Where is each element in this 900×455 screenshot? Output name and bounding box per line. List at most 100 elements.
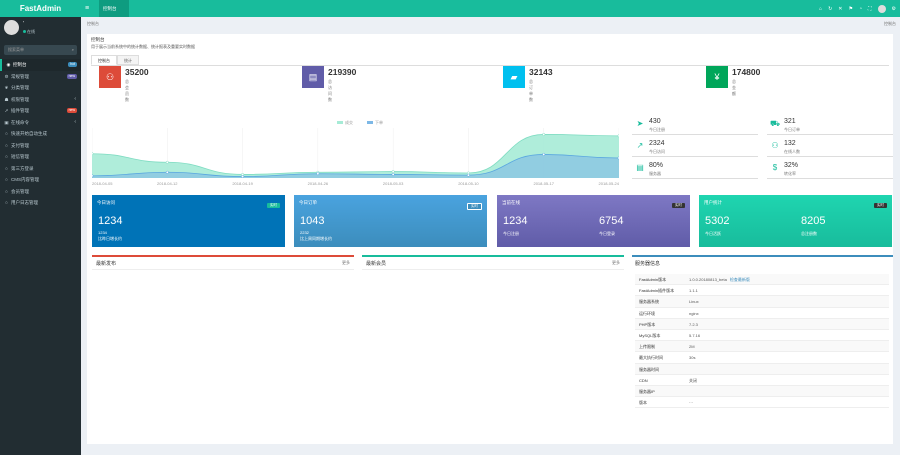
- sidebar-item-category[interactable]: ❦ 分类管理: [0, 82, 81, 94]
- card-value: 5302: [705, 215, 730, 227]
- row-key: 服务器系统: [639, 299, 659, 305]
- sidebar-item-cms[interactable]: ○ CMS内容管理: [0, 174, 81, 186]
- card-sub2: 比上周同期增长约: [300, 236, 332, 241]
- card-users: 用户统计 实时 5302 8205 今日活跃 总注册数: [699, 195, 892, 247]
- user-name: ': [23, 21, 24, 27]
- side-stat-label: 今日注册: [649, 127, 665, 132]
- sidebar-item-sms[interactable]: ○ 短信管理: [0, 151, 81, 163]
- top-icons: ⌂ ↻ ✕ ⚑ ◔ ⛶ ⚙: [819, 0, 896, 17]
- trend-chart-svg: 2018-04-05 2018-04-12 2018-04-19 2018-04-26…: [90, 119, 621, 186]
- language-icon[interactable]: ⚑: [848, 6, 852, 12]
- home-icon[interactable]: ⌂: [819, 6, 822, 12]
- box-title: 最新会员: [366, 261, 387, 267]
- tab-statistics[interactable]: 统计: [117, 55, 139, 65]
- book-icon: ▤: [302, 66, 324, 88]
- table-row: 上传限制 2M: [635, 341, 889, 353]
- data-point: [165, 160, 169, 164]
- x-tick-label: 2018-04-05: [92, 181, 113, 186]
- box-more-link[interactable]: 更多: [342, 260, 350, 266]
- sidebar-item-label: 插件管理: [11, 108, 29, 113]
- box-more-link[interactable]: 更多: [612, 260, 620, 266]
- card-title: 今日订单: [299, 200, 317, 205]
- x-tick-label: 2018-05-03: [383, 181, 404, 186]
- card-title: 当前在线: [502, 200, 520, 205]
- box-title: 服务器信息: [635, 261, 661, 267]
- row-value: 5.7.16: [689, 332, 701, 338]
- users-icon: ⚇: [771, 141, 779, 150]
- row-key: PHP版本: [639, 321, 656, 327]
- x-tick-label: 2018-05-24: [599, 181, 619, 186]
- app-logo[interactable]: FastAdmin: [0, 0, 81, 17]
- card-sub1: 1234: [98, 230, 107, 235]
- sidebar-item-general[interactable]: ⚙ 常规管理 new: [0, 71, 81, 83]
- search-icon[interactable]: ⌕: [72, 45, 74, 55]
- online-dot-icon: [23, 30, 26, 33]
- users-icon: ⚇: [99, 66, 121, 88]
- card-today-orders: 今日订单 实时 1043 2232 比上周同期增长约: [294, 195, 487, 247]
- sidebar-item-label: 支付管理: [11, 142, 29, 148]
- sidebar-item-auth[interactable]: ☗ 权限管理 ‹: [0, 94, 81, 106]
- chevron-left-icon: ‹: [74, 95, 76, 102]
- check-update-link[interactable]: 检查最新版: [730, 274, 750, 284]
- side-stat-value: 321: [784, 118, 796, 125]
- row-value: [687, 386, 689, 396]
- breadcrumb[interactable]: 控制台: [87, 21, 99, 27]
- side-stat-value: 132: [784, 140, 796, 147]
- side-stat-label: 转化率: [784, 171, 796, 176]
- sidebar-item-command[interactable]: ▣ 在线命令 ‹: [0, 117, 81, 129]
- table-row: 版本 ···: [635, 397, 889, 409]
- sidebar-item-member[interactable]: ○ 会员管理: [0, 186, 81, 198]
- gear-icon[interactable]: ⚙: [892, 6, 896, 12]
- data-point: [617, 156, 621, 160]
- card-tag: 实时: [672, 203, 685, 208]
- top-avatar[interactable]: [877, 4, 886, 13]
- chevron-left-icon: ‹: [74, 118, 76, 125]
- circle-icon: ○: [5, 154, 8, 159]
- trend-chart: 2018-04-05 2018-04-12 2018-04-19 2018-04-26…: [90, 118, 621, 188]
- sidebar-item-label: 短信管理: [11, 154, 29, 159]
- card-sub1: 2232: [300, 230, 309, 235]
- cogs-icon: ⚙: [4, 73, 9, 79]
- bell-icon[interactable]: ◔: [859, 6, 862, 12]
- tab-dashboard[interactable]: 控制台: [91, 55, 117, 65]
- menu-toggle-icon[interactable]: ≡: [85, 0, 89, 17]
- sidebar-search-input[interactable]: 搜索菜单 ⌕: [4, 45, 77, 55]
- row-value: 2M: [689, 344, 695, 350]
- legend-swatch: [367, 121, 373, 124]
- sidebar-item-dashboard[interactable]: ◉ 控制台 hot: [0, 59, 81, 71]
- yen-icon: ¥: [706, 66, 728, 88]
- circle-icon: ○: [5, 200, 8, 205]
- x-tick-label: 2018-04-12: [157, 181, 178, 186]
- data-point: [241, 175, 245, 179]
- sidebar-item-label: 控制台: [13, 62, 27, 67]
- table-row: MySQL版本 5.7.16: [635, 330, 889, 342]
- avatar[interactable]: [4, 20, 19, 35]
- row-key: FastAdmin版本: [639, 277, 667, 282]
- card-tag: 实时: [267, 203, 280, 208]
- table-row: FastAdmin插件版本 1.1.1: [635, 285, 889, 297]
- card-sub2: 总注册数: [801, 231, 817, 236]
- stat-label: 总金额: [732, 79, 736, 96]
- stat-value: 219390: [328, 67, 357, 77]
- data-point: [391, 172, 395, 176]
- trash-icon[interactable]: ✕: [838, 6, 842, 12]
- row-value: Linux: [689, 299, 699, 305]
- top-tab-dashboard[interactable]: 控制台: [99, 0, 129, 17]
- cart-icon: ⛟: [769, 119, 781, 128]
- sidebar-item-autogen[interactable]: ○ 快速开始自动生成: [0, 128, 81, 140]
- data-point: [542, 132, 546, 136]
- sidebar-item-userlog[interactable]: ○ 用户日志管理: [0, 197, 81, 209]
- data-point: [391, 170, 395, 174]
- trending-icon: ↗: [636, 141, 644, 150]
- refresh-icon[interactable]: ↻: [828, 6, 832, 12]
- sidebar-item-thirdlogin[interactable]: ○ 第三方登录: [0, 163, 81, 175]
- card-value-2: 6754: [599, 215, 624, 227]
- card-value: 1234: [503, 215, 528, 227]
- user-status: 在线: [23, 29, 35, 35]
- sidebar-item-addon[interactable]: ➚ 插件管理 new: [0, 105, 81, 117]
- fullscreen-icon[interactable]: ⛶: [868, 6, 872, 12]
- row-value: 30s: [689, 355, 696, 361]
- data-point: [90, 152, 94, 156]
- row-key: 服务器时间: [639, 366, 659, 372]
- sidebar-item-payment[interactable]: ○ 支付管理: [0, 140, 81, 152]
